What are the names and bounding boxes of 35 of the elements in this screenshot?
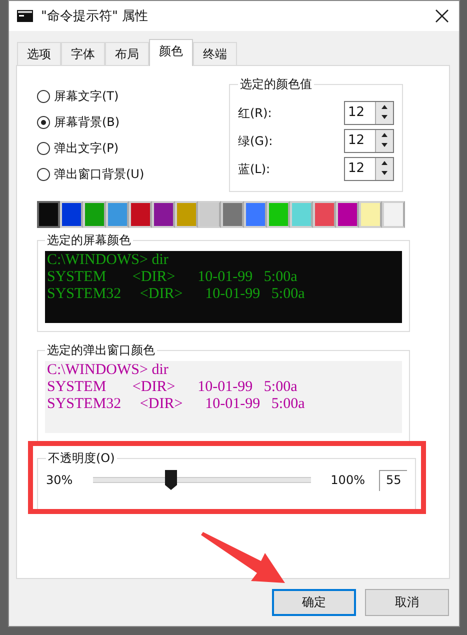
spin-field[interactable]: 12 xyxy=(344,157,394,181)
terminal-line: SYSTEM <DIR> 10-01-99 5:00a xyxy=(47,379,298,396)
field-label: 蓝(L): xyxy=(238,160,270,178)
tab[interactable]: 选项 xyxy=(17,42,61,65)
min-label: 30% xyxy=(46,473,73,487)
terminal-line: SYSTEM32 <DIR> 10-01-99 5:00a xyxy=(47,396,306,413)
radio-option[interactable]: 屏幕背景(B) xyxy=(37,114,144,131)
terminal-line: SYSTEM32 <DIR> 10-01-99 5:00a xyxy=(47,286,306,303)
radio-option[interactable]: 弹出文字(P) xyxy=(37,140,144,157)
field-label: 红(R): xyxy=(238,104,272,122)
group-title: 选定的颜色值 xyxy=(239,76,313,93)
group-title: 选定的屏幕颜色 xyxy=(46,232,132,249)
tab[interactable]: 颜色 xyxy=(149,39,193,66)
terminal-line: SYSTEM <DIR> 10-01-99 5:00a xyxy=(47,269,298,286)
spin-field[interactable]: 12 xyxy=(344,101,394,125)
group-title: 不透明度(O) xyxy=(47,450,116,467)
field-label: 绿(G): xyxy=(238,132,273,150)
terminal-line: C:\WINDOWS> dir xyxy=(47,252,170,269)
window-title: "命令提示符" 属性 xyxy=(41,8,150,25)
dialog-button[interactable]: 取消 xyxy=(365,589,449,616)
radio-option[interactable]: 弹出窗口背景(U) xyxy=(37,166,144,183)
group-title: 选定的弹出窗口颜色 xyxy=(46,342,156,359)
tab[interactable]: 终端 xyxy=(193,42,237,65)
slider-thumb[interactable] xyxy=(165,470,178,490)
terminal-icon xyxy=(17,10,33,22)
spin-field[interactable]: 12 xyxy=(344,129,394,153)
close-icon[interactable] xyxy=(435,9,449,23)
max-label: 100% xyxy=(330,473,365,487)
radio-option[interactable]: 屏幕文字(T) xyxy=(37,88,144,105)
opacity-value-field[interactable]: 55 xyxy=(378,470,408,490)
color-swatch[interactable] xyxy=(37,201,60,228)
terminal-line: C:\WINDOWS> dir xyxy=(47,362,170,379)
tab[interactable]: 字体 xyxy=(61,42,105,65)
dialog-button[interactable]: 确定 xyxy=(272,589,356,616)
tab[interactable]: 布局 xyxy=(105,42,149,65)
